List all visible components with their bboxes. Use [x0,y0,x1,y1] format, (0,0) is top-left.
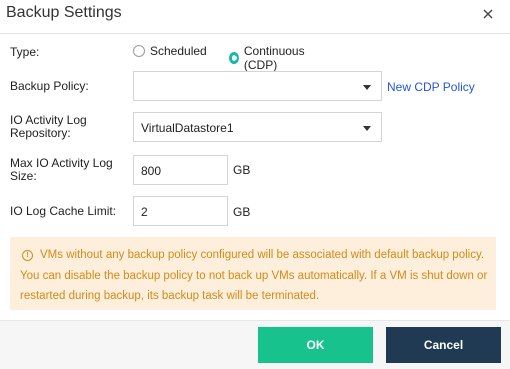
backup-policy-select[interactable] [133,71,382,101]
max-size-unit: GB [233,163,251,177]
type-label: Type: [10,45,40,59]
radio-continuous-cdp[interactable]: Continuous (CDP) [229,44,307,72]
notice-text: VMs without any backup policy configured… [20,249,488,302]
max-size-input[interactable]: 800 [133,155,228,185]
cache-limit-label: IO Log Cache Limit: [10,204,117,218]
dialog-footer: OK Cancel [0,321,510,369]
notice-banner: ! VMs without any backup policy configure… [10,237,496,310]
radio-scheduled[interactable]: Scheduled [133,44,207,58]
dialog-title-bar: Backup Settings [0,0,510,30]
cache-limit-unit: GB [233,205,251,219]
cancel-button[interactable]: Cancel [386,327,501,363]
max-size-value: 800 [141,164,162,178]
cache-limit-input[interactable]: 2 [133,196,228,226]
header-divider [0,33,510,34]
radio-checked-icon [229,52,239,64]
backup-policy-label: Backup Policy: [10,79,89,93]
io-repo-select[interactable]: VirtualDatastore1 [133,112,382,142]
radio-unchecked-icon [133,45,145,57]
info-icon: ! [22,250,33,261]
cache-limit-value: 2 [141,205,148,219]
ok-button[interactable]: OK [258,327,373,363]
io-repo-label-line2: Repository: [10,126,71,140]
chevron-down-icon [363,85,371,90]
chevron-down-icon [363,126,371,131]
new-cdp-policy-link[interactable]: New CDP Policy [387,80,475,94]
dialog-title: Backup Settings [6,4,122,21]
radio-scheduled-label: Scheduled [150,44,207,58]
backup-settings-dialog: Backup Settings Type: Scheduled Continuo… [0,0,510,369]
radio-continuous-label: Continuous (CDP) [243,44,305,72]
io-repo-value: VirtualDatastore1 [141,121,234,135]
max-size-label-line2: Size: [10,169,37,183]
close-icon[interactable] [480,6,496,22]
